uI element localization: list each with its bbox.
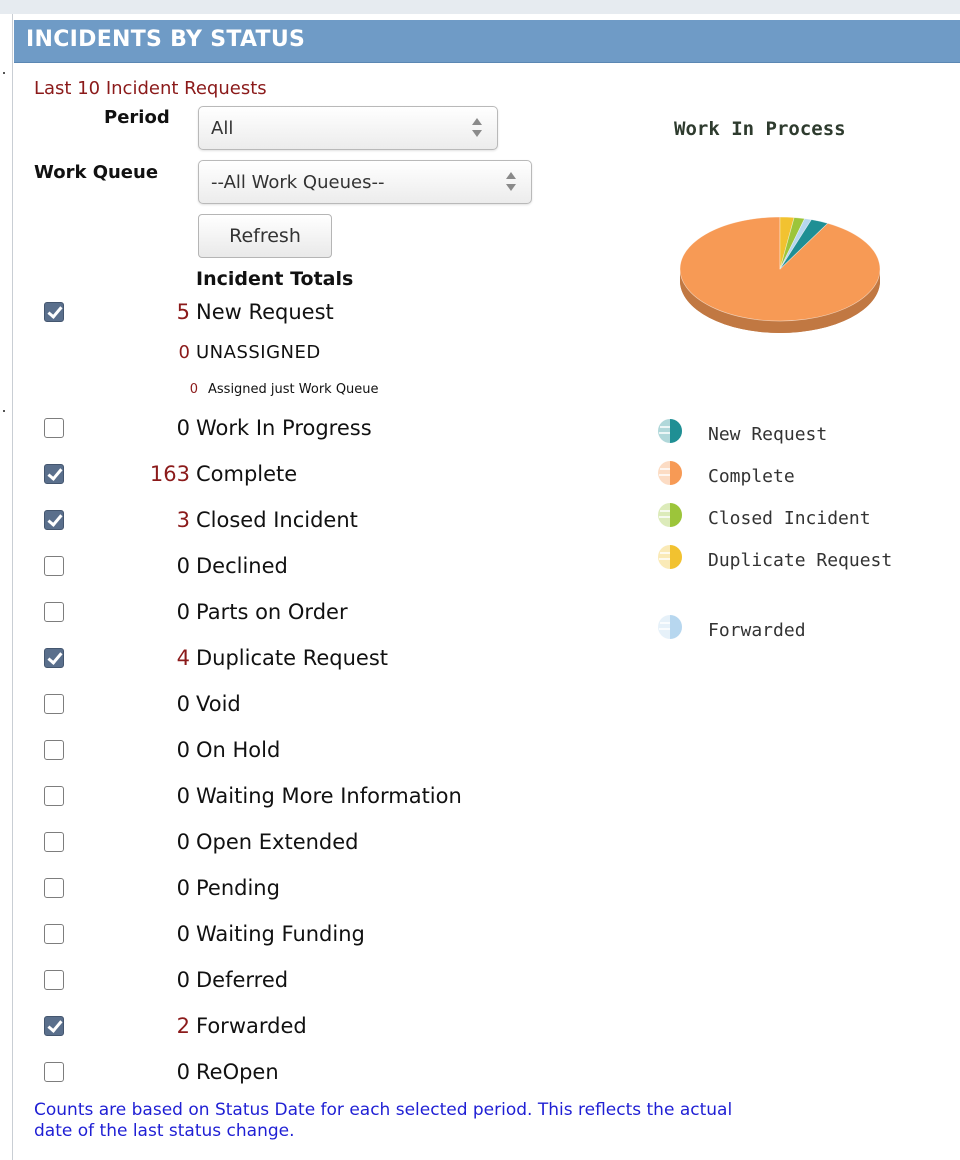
status-checkbox[interactable] <box>44 1016 64 1036</box>
status-checkbox[interactable] <box>44 648 64 668</box>
status-row-parts-on-order: 0 Parts on Order <box>0 596 520 630</box>
legend-swatch-icon <box>658 503 682 527</box>
status-count: 2 <box>176 1014 190 1038</box>
legend-label: Forwarded <box>708 620 806 641</box>
status-row-duplicate-request: 4 Duplicate Request <box>0 642 520 676</box>
period-select-value: All <box>211 118 234 139</box>
status-label: Void <box>196 692 241 716</box>
breakdown-row-unassigned: 0 UNASSIGNED <box>0 340 520 368</box>
status-checkbox[interactable] <box>44 786 64 806</box>
status-row-void: 0 Void <box>0 688 520 722</box>
status-row-complete: 163 Complete <box>0 458 520 492</box>
period-select[interactable]: All <box>198 106 498 150</box>
status-count: 0 <box>176 554 190 578</box>
status-count: 0 <box>176 968 190 992</box>
chart-title: Work In Process <box>674 118 846 140</box>
status-row-new-request: 5 New Request <box>0 296 520 330</box>
legend-label: Closed Incident <box>708 508 871 529</box>
assigned-queue-count: 0 <box>189 382 198 397</box>
status-count: 0 <box>176 738 190 762</box>
status-checkbox[interactable] <box>44 694 64 714</box>
work-queue-select[interactable]: --All Work Queues-- <box>198 160 532 204</box>
period-label: Period <box>104 107 170 128</box>
status-checkbox[interactable] <box>44 970 64 990</box>
status-count: 0 <box>176 876 190 900</box>
status-count: 5 <box>176 300 190 324</box>
status-checkbox[interactable] <box>44 302 64 322</box>
status-row-pending: 0 Pending <box>0 872 520 906</box>
status-checkbox[interactable] <box>44 602 64 622</box>
status-count: 163 <box>149 462 190 486</box>
status-row-waiting-more-information: 0 Waiting More Information <box>0 780 520 814</box>
top-strip <box>0 0 960 14</box>
breakdown-row-assigned-queue: 0 Assigned just Work Queue <box>0 382 520 402</box>
status-count: 4 <box>176 646 190 670</box>
legend-swatch-icon <box>658 419 682 443</box>
status-label: Parts on Order <box>196 600 348 624</box>
status-count: 0 <box>176 830 190 854</box>
status-row-work-in-progress: 0 Work In Progress <box>0 412 520 446</box>
status-count: 0 <box>176 922 190 946</box>
status-row-waiting-funding: 0 Waiting Funding <box>0 918 520 952</box>
status-checkbox[interactable] <box>44 740 64 760</box>
status-label: Waiting Funding <box>196 922 365 946</box>
legend-label: Duplicate Request <box>708 550 893 571</box>
status-checkbox[interactable] <box>44 464 64 484</box>
status-label: Deferred <box>196 968 289 992</box>
status-count: 0 <box>176 416 190 440</box>
status-row-deferred: 0 Deferred <box>0 964 520 998</box>
status-label: Forwarded <box>196 1014 307 1038</box>
refresh-button[interactable]: Refresh <box>198 214 332 258</box>
unassigned-count: 0 <box>178 342 190 363</box>
work-queue-select-value: --All Work Queues-- <box>211 172 385 193</box>
status-count: 3 <box>176 508 190 532</box>
status-row-on-hold: 0 On Hold <box>0 734 520 768</box>
status-count: 0 <box>176 784 190 808</box>
status-label: ReOpen <box>196 1060 279 1084</box>
select-arrows-icon <box>471 115 483 141</box>
legend-swatch-icon <box>658 545 682 569</box>
panel-header: INCIDENTS BY STATUS <box>14 20 960 63</box>
assigned-queue-label: Assigned just Work Queue <box>208 382 379 397</box>
panel-title: INCIDENTS BY STATUS <box>26 27 306 52</box>
status-label: Open Extended <box>196 830 359 854</box>
status-checkbox[interactable] <box>44 878 64 898</box>
status-label: Duplicate Request <box>196 646 389 670</box>
unassigned-label: UNASSIGNED <box>196 342 321 363</box>
status-row-open-extended: 0 Open Extended <box>0 826 520 860</box>
status-checkbox[interactable] <box>44 418 64 438</box>
status-row-reopen: 0 ReOpen <box>0 1056 520 1090</box>
legend-label: Complete <box>708 466 795 487</box>
status-checkbox[interactable] <box>44 924 64 944</box>
status-label: Waiting More Information <box>196 784 462 808</box>
status-label: Closed Incident <box>196 508 358 532</box>
status-label: Work In Progress <box>196 416 372 440</box>
status-count: 0 <box>176 600 190 624</box>
status-checkbox[interactable] <box>44 832 64 852</box>
select-arrows-icon <box>505 169 517 195</box>
status-label: New Request <box>196 300 334 324</box>
counts-footnote: Counts are based on Status Date for each… <box>34 1100 733 1141</box>
status-count: 0 <box>176 692 190 716</box>
work-queue-label: Work Queue <box>34 162 159 183</box>
pie-chart <box>679 216 881 333</box>
status-checkbox[interactable] <box>44 556 64 576</box>
margin-dot <box>3 72 5 74</box>
last-incidents-link[interactable]: Last 10 Incident Requests <box>34 78 267 99</box>
legend-swatch-icon <box>658 615 682 639</box>
status-checkbox[interactable] <box>44 510 64 530</box>
status-label: On Hold <box>196 738 281 762</box>
status-row-declined: 0 Declined <box>0 550 520 584</box>
status-count: 0 <box>176 1060 190 1084</box>
status-label: Complete <box>196 462 298 486</box>
incident-totals-heading: Incident Totals <box>196 268 354 290</box>
status-label: Pending <box>196 876 280 900</box>
status-checkbox[interactable] <box>44 1062 64 1082</box>
legend-swatch-icon <box>658 461 682 485</box>
status-label: Declined <box>196 554 288 578</box>
status-row-forwarded: 2 Forwarded <box>0 1010 520 1044</box>
legend-label: New Request <box>708 424 828 445</box>
status-row-closed-incident: 3 Closed Incident <box>0 504 520 538</box>
